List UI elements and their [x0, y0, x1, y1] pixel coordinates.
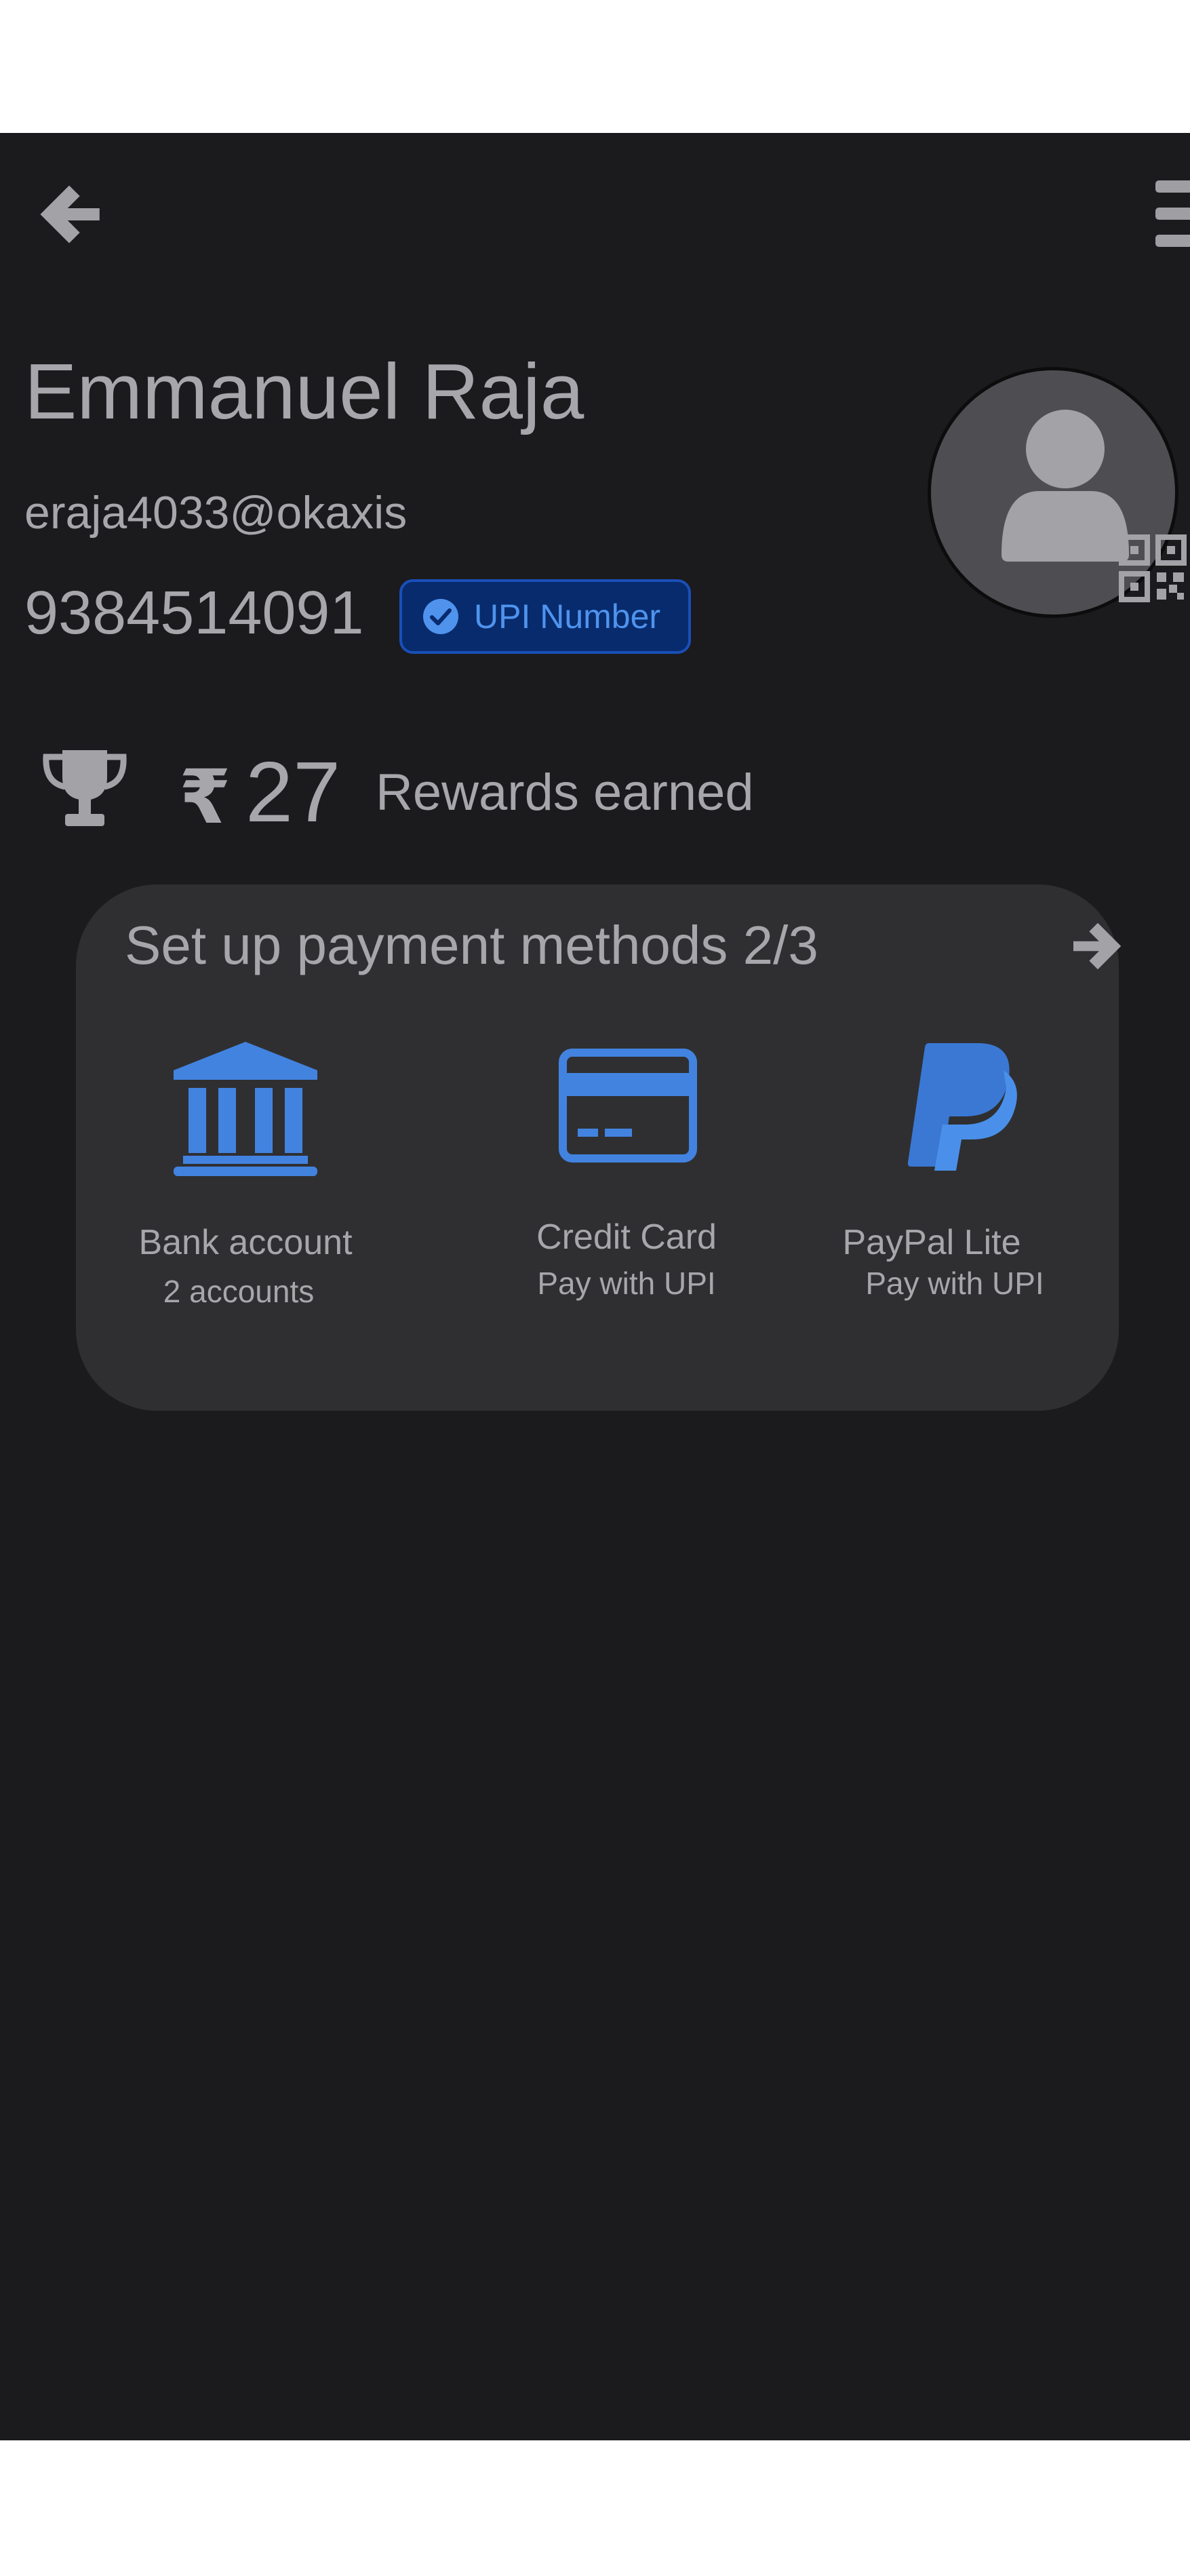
method-sublabel: Pay with UPI [537, 1266, 716, 1301]
trophy-icon [43, 750, 127, 826]
method-sublabel: 2 accounts [163, 1274, 315, 1309]
menu-button[interactable] [1146, 178, 1190, 252]
rewards-amount: 27 [245, 744, 341, 840]
upi-number-label: UPI Number [474, 598, 661, 636]
method-credit-card[interactable]: Credit Card Pay with UPI [477, 1040, 776, 1301]
method-label: Bank account [138, 1223, 353, 1262]
method-bank-account[interactable]: Bank account 2 accounts [96, 1040, 395, 1309]
method-paypal-lite[interactable]: PayPal Lite Pay with UPI [782, 1040, 1081, 1301]
method-sublabel: Pay with UPI [865, 1266, 1044, 1301]
arrow-left-icon [40, 185, 100, 243]
paypal-icon [907, 1043, 1017, 1171]
qr-code-icon [1119, 534, 1187, 602]
qr-code-button[interactable] [1119, 534, 1187, 602]
arrow-right-icon [1073, 922, 1122, 970]
payment-methods-next-button[interactable] [1067, 916, 1135, 983]
upi-number-badge[interactable]: UPI Number [399, 579, 691, 654]
back-button[interactable] [27, 172, 111, 256]
credit-card-icon [559, 1049, 697, 1163]
upi-id: eraja4033@okaxis [24, 487, 408, 539]
profile-screen: Emmanuel Raja eraja4033@okaxis 938451409… [0, 133, 1190, 2440]
method-label: Credit Card [536, 1217, 717, 1257]
profile-name: Emmanuel Raja [24, 347, 584, 435]
payment-methods-title: Set up payment methods 2/3 [125, 915, 818, 975]
bank-icon [174, 1042, 317, 1176]
rupee-symbol: ₹ [179, 756, 231, 839]
payment-methods-card: Set up payment methods 2/3 Bank account … [76, 884, 1122, 1411]
rewards-label: Rewards earned [376, 764, 754, 821]
rewards-row[interactable]: ₹ 27 Rewards earned [0, 737, 1190, 840]
check-circle-icon [422, 598, 459, 635]
method-label: PayPal Lite [842, 1223, 1021, 1262]
phone-number: 9384514091 [24, 579, 364, 647]
